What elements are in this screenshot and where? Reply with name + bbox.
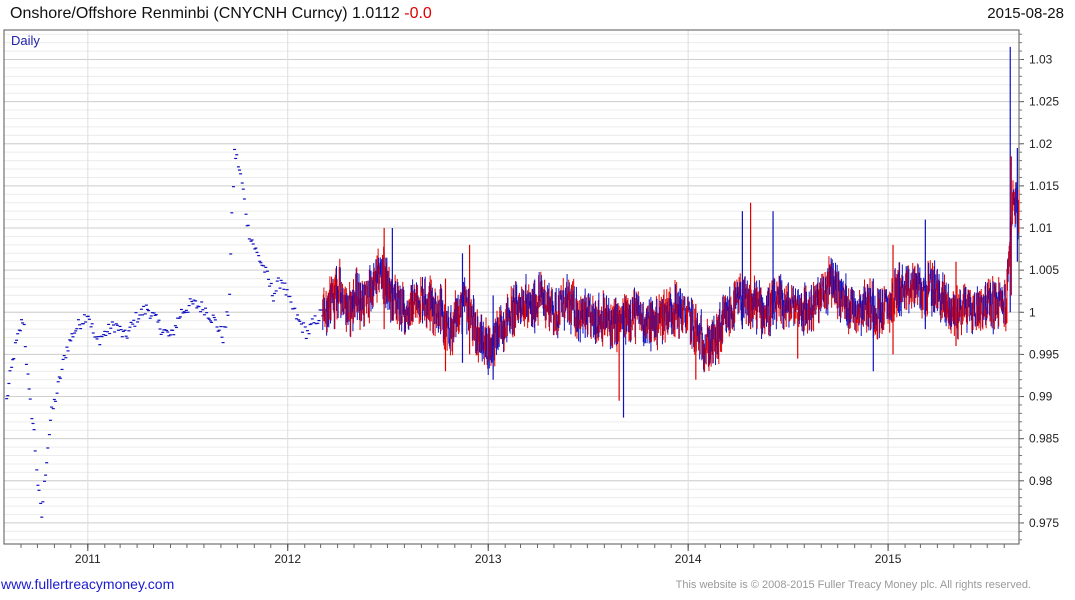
periodicity-label: Daily	[11, 33, 40, 48]
y-axis: 0.975 0.98 0.985 0.99 0.995 1 1.005 1.01 1.015 1.…	[1019, 33, 1059, 541]
y-tick-label: 1.005	[1029, 263, 1059, 277]
footer-copyright: This website is © 2008-2015 Fuller Treac…	[675, 579, 1031, 591]
y-tick-label: 1.02	[1029, 137, 1053, 151]
y-tick-label: 0.98	[1029, 474, 1053, 488]
price-chart: Daily 0.975 0.98 0.985 0.99 0.995 1 1.005 1.01 1…	[3, 29, 1059, 566]
x-axis: 2011 2012 2013 2014 2015	[20, 544, 1005, 566]
y-tick-label: 0.99	[1029, 390, 1053, 404]
x-tick-label: 2013	[475, 552, 502, 566]
y-tick-label: 1.015	[1029, 179, 1059, 193]
y-tick-label: 0.995	[1029, 347, 1059, 361]
y-tick-label: 1	[1029, 305, 1036, 319]
x-tick-label: 2011	[75, 552, 101, 566]
y-tick-label: 1.01	[1029, 221, 1053, 235]
x-tick-label: 2015	[875, 552, 902, 566]
y-tick-label: 1.025	[1029, 95, 1059, 109]
y-tick-label: 1.03	[1029, 52, 1053, 66]
y-tick-label: 0.975	[1029, 516, 1059, 530]
y-tick-label: 0.985	[1029, 432, 1059, 446]
x-tick-label: 2012	[274, 552, 301, 566]
footer-website-link[interactable]: www.fullertreacymoney.com	[1, 576, 174, 592]
x-tick-label: 2014	[675, 552, 702, 566]
